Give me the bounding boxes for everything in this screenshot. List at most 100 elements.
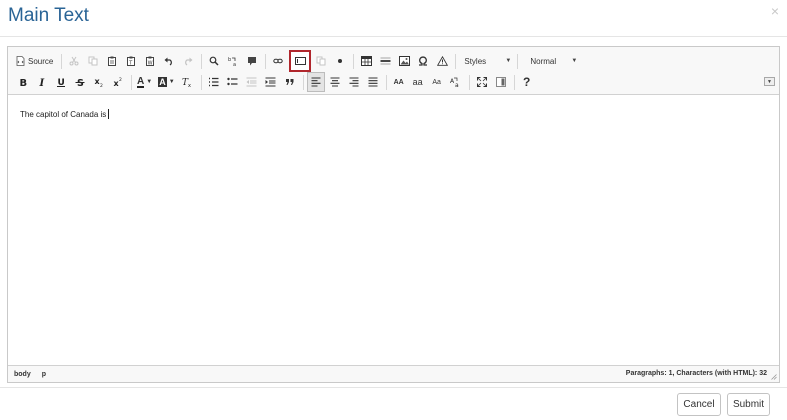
sentence-case-label: Aa <box>432 78 441 86</box>
italic-button[interactable]: I <box>33 72 51 92</box>
chevron-down-icon: ▼ <box>168 79 175 85</box>
outdent-button[interactable] <box>243 72 261 92</box>
italic-icon: I <box>39 78 45 87</box>
bullet-point-button[interactable] <box>331 51 349 71</box>
text-color-button[interactable]: A ▼ <box>135 72 155 92</box>
image-icon <box>398 56 410 66</box>
content-paragraph: The capitol of Canada is <box>20 110 107 119</box>
text-color-label: A <box>137 75 145 88</box>
sentence-case-button[interactable]: Aa <box>428 72 446 92</box>
bold-button[interactable]: B <box>14 72 32 92</box>
strikethrough-button[interactable]: S <box>71 72 89 92</box>
input-field-button[interactable] <box>289 50 312 72</box>
redo-button[interactable] <box>179 51 197 71</box>
cancel-button[interactable]: Cancel <box>677 393 721 416</box>
subscript-button[interactable]: x2 <box>90 72 108 92</box>
chevron-down-icon: ▼ <box>146 79 153 85</box>
copy-button[interactable] <box>84 51 102 71</box>
toolbar-separator <box>201 53 203 69</box>
toolbar-separator <box>131 74 132 90</box>
toolbar-separator <box>517 53 519 69</box>
undo-button[interactable] <box>160 51 178 71</box>
bulleted-list-button[interactable] <box>224 72 242 92</box>
dot-icon <box>338 59 343 63</box>
paste-from-word-icon: W <box>146 56 155 66</box>
svg-text:W: W <box>148 60 153 66</box>
numbered-list-button[interactable] <box>205 72 223 92</box>
paste-button[interactable] <box>103 51 121 71</box>
submit-button[interactable]: Submit <box>727 393 770 416</box>
editor-statusbar: body p Paragraphs: 1, Characters (with H… <box>8 365 779 382</box>
editor-content[interactable]: The capitol of Canada is <box>8 95 779 365</box>
format-label: Normal <box>530 56 557 66</box>
styles-dropdown[interactable]: Styles ▼ <box>459 52 514 70</box>
toolbar-row-2: B I U S x2 x2 A ▼ A ▼ Tx AA aa Aa A a ? <box>14 72 537 92</box>
horizontal-rule-button[interactable] <box>376 51 394 71</box>
superscript-button[interactable]: x2 <box>109 72 127 92</box>
replace-button[interactable]: ba <box>224 51 242 71</box>
paste-icon <box>108 56 117 66</box>
select-all-button[interactable] <box>243 51 261 71</box>
table-icon <box>360 56 372 66</box>
path-item[interactable]: p <box>42 371 46 378</box>
subscript-icon: x2 <box>95 77 104 87</box>
maximize-button[interactable] <box>473 72 491 92</box>
bold-icon: B <box>20 78 28 87</box>
help-icon: ? <box>522 75 531 89</box>
toolbar-separator <box>513 74 515 90</box>
redo-icon <box>185 57 193 66</box>
blockquote-button[interactable] <box>281 72 299 92</box>
justify-button[interactable] <box>364 72 382 92</box>
align-left-button[interactable] <box>306 72 325 92</box>
uppercase-button[interactable]: AA <box>390 72 408 92</box>
remove-format-button[interactable]: Tx <box>179 72 197 92</box>
paste-text-button[interactable]: T <box>122 51 140 71</box>
toolbar-collapse-button[interactable]: ▼ <box>764 77 775 86</box>
link-icon <box>273 58 284 64</box>
spellcheck-icon: Aa <box>450 77 459 88</box>
chevron-down-icon: ▼ <box>571 58 578 64</box>
indent-button[interactable] <box>262 72 280 92</box>
toolbar-separator <box>353 53 355 69</box>
styles-label: Styles <box>464 56 487 66</box>
format-dropdown[interactable]: Normal ▼ <box>525 52 580 70</box>
chevron-down-icon: ▼ <box>505 58 512 64</box>
align-right-button[interactable] <box>345 72 363 92</box>
source-label: Source <box>28 56 54 66</box>
omega-icon <box>419 56 428 66</box>
warning-button[interactable] <box>433 51 451 71</box>
lowercase-button[interactable]: aa <box>409 72 427 92</box>
svg-text:U: U <box>58 78 65 87</box>
underline-icon: U <box>57 78 65 87</box>
path-item[interactable]: body <box>14 371 31 378</box>
find-button[interactable] <box>205 51 223 71</box>
align-center-button[interactable] <box>326 72 344 92</box>
bulleted-list-icon <box>227 77 238 86</box>
svg-text:a: a <box>455 82 459 88</box>
paste-from-word-button[interactable]: W <box>141 51 159 71</box>
undo-icon <box>164 57 173 66</box>
toolbar-separator <box>61 53 63 69</box>
special-char-button[interactable] <box>414 51 432 71</box>
copy-formatting-button[interactable] <box>312 51 330 71</box>
clear-formatting-icon: Tx <box>182 78 191 87</box>
editor-toolbar: Source T W b a Styles ▼ Normal ▼ B I U S… <box>8 47 779 95</box>
bg-color-button[interactable]: A ▼ <box>156 72 177 92</box>
resize-handle-icon[interactable] <box>771 374 777 380</box>
underline-button[interactable]: U <box>52 72 70 92</box>
close-icon[interactable]: × <box>771 4 779 18</box>
link-button[interactable] <box>269 51 287 71</box>
spellcheck-button[interactable]: Aa <box>447 72 465 92</box>
modal-footer: Cancel Submit <box>0 387 787 420</box>
table-button[interactable] <box>357 51 375 71</box>
show-blocks-button[interactable] <box>492 72 510 92</box>
toolbar-separator <box>302 74 304 90</box>
source-button[interactable]: Source <box>14 51 57 71</box>
outdent-icon <box>246 77 257 87</box>
modal-header: Main Text × <box>0 0 787 37</box>
image-button[interactable] <box>395 51 413 71</box>
copy-icon <box>88 56 98 66</box>
cut-button[interactable] <box>65 51 83 71</box>
search-icon <box>209 56 219 66</box>
help-button[interactable]: ? <box>518 72 536 92</box>
